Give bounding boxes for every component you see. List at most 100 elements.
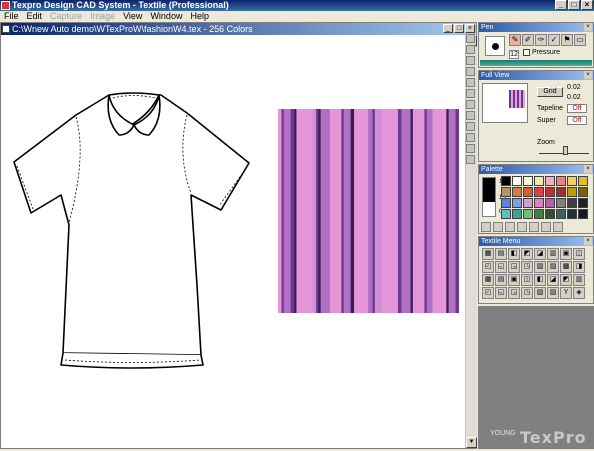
close-icon[interactable]: × (584, 165, 592, 173)
current-color[interactable] (482, 177, 496, 217)
eraser-icon[interactable]: ▭ (574, 34, 586, 46)
palette-swatch[interactable] (523, 209, 533, 219)
textile-tool-icon[interactable]: ▦ (482, 274, 494, 286)
grid-value-x[interactable]: 0.02 (567, 84, 581, 91)
doc-minimize-button[interactable]: _ (443, 24, 453, 33)
palette-swatch[interactable] (501, 176, 511, 186)
palette-swatch[interactable] (501, 198, 511, 208)
palette-swatch[interactable] (534, 176, 544, 186)
close-button[interactable]: × (581, 0, 593, 10)
palette-swatch[interactable] (556, 176, 566, 186)
palette-swatch[interactable] (512, 176, 522, 186)
palette-swatch[interactable] (545, 176, 555, 186)
textile-tool-icon[interactable]: ◧ (508, 248, 520, 260)
palette-swatch[interactable] (523, 187, 533, 197)
palette-drop-icon[interactable] (529, 222, 539, 232)
textile-tool-icon[interactable]: ◱ (495, 287, 507, 299)
textile-tool-icon[interactable]: ◱ (495, 261, 507, 273)
textile-tool-icon[interactable]: ◨ (573, 261, 585, 273)
pen-size-field[interactable]: 12 (509, 50, 519, 59)
palette-swatch[interactable] (567, 176, 577, 186)
textile-tool-icon[interactable]: ◈ (573, 287, 585, 299)
tool-line-icon[interactable] (466, 78, 475, 87)
palette-swatch[interactable] (534, 209, 544, 219)
pencil-icon[interactable]: ✎ (509, 34, 521, 46)
zoom-slider-thumb[interactable] (563, 146, 568, 155)
tool-zoom-icon[interactable] (466, 45, 475, 54)
tool-select-icon[interactable] (466, 34, 475, 43)
textile-tool-icon[interactable]: ◲ (508, 287, 520, 299)
full-view-thumbnail[interactable] (482, 83, 528, 123)
textile-tool-icon[interactable]: ▤ (495, 274, 507, 286)
palette-swatch[interactable] (545, 209, 555, 219)
palette-swatch[interactable] (501, 187, 511, 197)
super-toggle[interactable]: Off (567, 116, 587, 125)
pressure-checkbox[interactable]: Pressure (523, 49, 560, 56)
check-icon[interactable]: ✓ (548, 34, 560, 46)
palette-swatch[interactable] (512, 198, 522, 208)
palette-swatch[interactable] (567, 209, 577, 219)
tool-fill-icon[interactable] (466, 56, 475, 65)
textile-tool-icon[interactable]: ◫ (573, 248, 585, 260)
grid-value-y[interactable]: 0.02 (567, 94, 581, 101)
menu-view[interactable]: View (119, 11, 146, 22)
airbrush-icon[interactable]: ✑ (535, 34, 547, 46)
menu-window[interactable]: Window (146, 11, 186, 22)
palette-grid-icon[interactable] (505, 222, 515, 232)
menu-edit[interactable]: Edit (23, 11, 47, 22)
doc-maximize-button[interactable]: □ (454, 24, 464, 33)
palette-swatch[interactable] (523, 176, 533, 186)
stamp-icon[interactable]: ⚑ (561, 34, 573, 46)
close-icon[interactable]: × (584, 23, 592, 31)
palette-swatch[interactable] (534, 198, 544, 208)
textile-tool-icon[interactable]: ▨ (547, 261, 559, 273)
textile-tool-icon[interactable]: ▣ (508, 274, 520, 286)
tool-repeat-icon[interactable] (466, 155, 475, 164)
menu-image[interactable]: Image (86, 11, 119, 22)
palette-swatch[interactable] (501, 209, 511, 219)
drawing-canvas[interactable] (1, 35, 465, 448)
palette-swatch[interactable] (556, 198, 566, 208)
minimize-button[interactable]: _ (555, 0, 567, 10)
palette-swatch[interactable] (512, 209, 522, 219)
fabric-stripe-swatch[interactable] (278, 109, 459, 313)
palette-swatch[interactable] (556, 187, 566, 197)
textile-tool-icon[interactable]: ▦ (482, 248, 494, 260)
checkbox-icon[interactable] (523, 49, 530, 56)
textile-tool-icon[interactable]: ▣ (560, 248, 572, 260)
textile-tool-icon[interactable]: ◳ (521, 261, 533, 273)
doc-close-button[interactable]: × (465, 24, 475, 33)
textile-tool-icon[interactable]: ▥ (547, 248, 559, 260)
tool-rect-icon[interactable] (466, 89, 475, 98)
tool-picker-icon[interactable] (466, 122, 475, 131)
palette-swatch[interactable] (512, 187, 522, 197)
palette-settings-icon[interactable] (541, 222, 551, 232)
textile-tool-icon[interactable]: ◲ (508, 261, 520, 273)
textile-tool-icon[interactable]: Y (560, 287, 572, 299)
textile-tool-icon[interactable]: ◳ (521, 287, 533, 299)
palette-refresh-icon[interactable] (553, 222, 563, 232)
palette-swatch[interactable] (567, 187, 577, 197)
palette-swatch[interactable] (578, 187, 588, 197)
textile-tool-icon[interactable]: ◩ (521, 248, 533, 260)
textile-tool-icon[interactable]: ◩ (560, 274, 572, 286)
textile-tool-icon[interactable]: ▤ (495, 248, 507, 260)
textile-tool-icon[interactable]: ▧ (534, 261, 546, 273)
textile-tool-icon[interactable]: ▥ (573, 274, 585, 286)
tool-eraser-icon[interactable] (466, 111, 475, 120)
menu-capture[interactable]: Capture (46, 11, 86, 22)
textile-tool-icon[interactable]: ◫ (521, 274, 533, 286)
tool-grid-icon[interactable] (466, 144, 475, 153)
textile-tool-icon[interactable]: ◰ (482, 261, 494, 273)
palette-swatch[interactable] (523, 198, 533, 208)
textile-tool-icon[interactable]: ◪ (547, 274, 559, 286)
palette-bucket-icon[interactable] (517, 222, 527, 232)
palette-wheel-icon[interactable] (493, 222, 503, 232)
palette-edit-icon[interactable] (481, 222, 491, 232)
palette-swatch[interactable] (567, 198, 577, 208)
close-icon[interactable]: × (584, 237, 592, 245)
grid-button[interactable]: Grid (537, 87, 563, 97)
textile-tool-icon[interactable]: ▩ (560, 261, 572, 273)
menu-file[interactable]: File (0, 11, 23, 22)
close-icon[interactable]: × (584, 71, 592, 79)
